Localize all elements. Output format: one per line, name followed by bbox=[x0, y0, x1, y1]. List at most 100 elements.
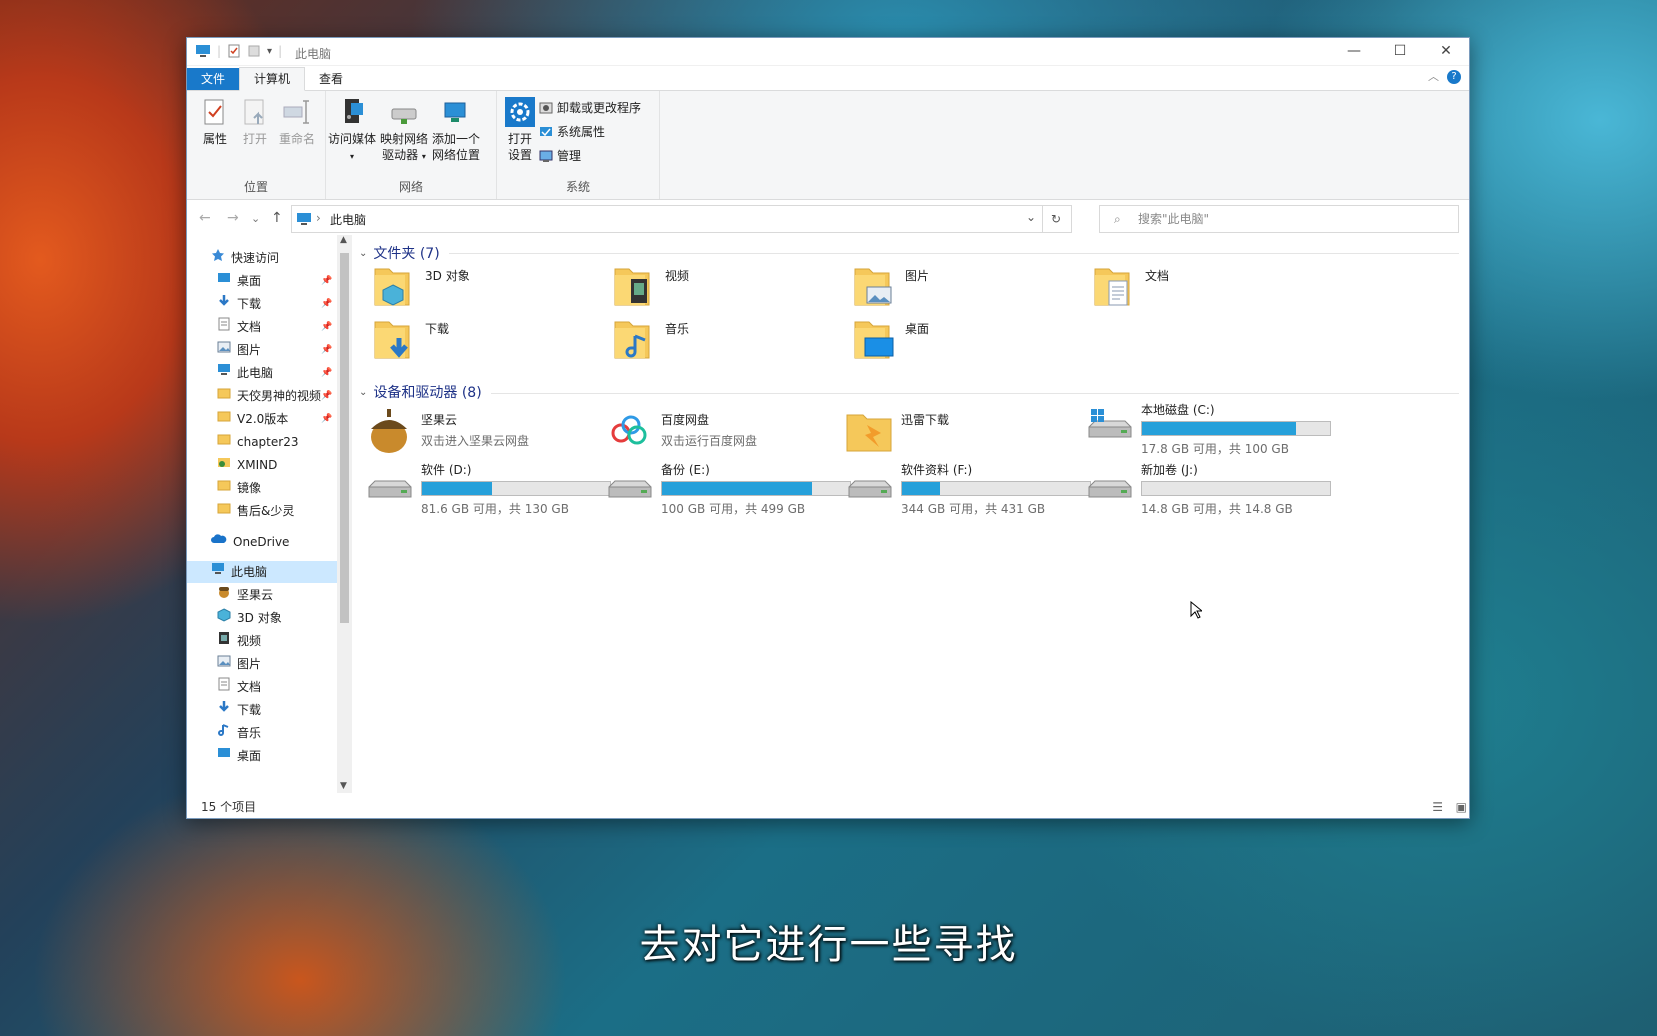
folder-music[interactable]: 音乐 bbox=[613, 316, 689, 362]
baidu-netdisk-icon bbox=[609, 411, 649, 451]
scroll-up-icon[interactable]: ▲ bbox=[340, 235, 347, 245]
open-button[interactable]: 打开 bbox=[231, 97, 279, 147]
devices-section-header[interactable]: ⌄ 设备和驱动器 (8) bbox=[359, 382, 482, 402]
large-icons-view-icon[interactable]: ▣ bbox=[1456, 796, 1467, 818]
app-name: 迅雷下载 bbox=[901, 413, 950, 427]
up-icon[interactable]: ↑ bbox=[271, 210, 283, 226]
uninstall-program-button[interactable]: 卸载或更改程序 bbox=[539, 99, 641, 116]
sidebar-item-qa-2[interactable]: 文档 📌 bbox=[217, 316, 332, 338]
folder-3d-objects[interactable]: 3D 对象 bbox=[373, 263, 470, 309]
app-thunder-download[interactable]: 迅雷下载 bbox=[845, 407, 949, 455]
folder-documents[interactable]: 文档 bbox=[1093, 263, 1169, 309]
customize-toolbar-icon[interactable]: ▾ bbox=[267, 46, 272, 57]
help-icon[interactable]: ? bbox=[1447, 70, 1461, 84]
sidebar-item-qa-8[interactable]: XMIND bbox=[217, 454, 277, 476]
details-view-icon[interactable]: ☰ bbox=[1432, 796, 1443, 818]
content-pane: ⌄ 文件夹 (7) ⌄ 设备和驱动器 (8) 3D 对象 视频 图片 文档下载 音乐 桌面… bbox=[359, 235, 1467, 793]
sidebar-item-onedrive[interactable]: OneDrive bbox=[211, 531, 289, 553]
tab-view[interactable]: 查看 bbox=[305, 68, 357, 90]
drive-c[interactable]: 本地磁盘 (C:) 17.8 GB 可用，共 100 GB bbox=[1085, 401, 1331, 457]
scroll-down-icon[interactable]: ▼ bbox=[340, 781, 347, 791]
minimize-button[interactable]: — bbox=[1331, 38, 1377, 65]
sidebar-item-pc-1[interactable]: 3D 对象 bbox=[217, 607, 282, 629]
breadcrumb-this-pc[interactable]: 此电脑 bbox=[330, 211, 366, 228]
system-properties-button[interactable]: 系统属性 bbox=[539, 123, 605, 140]
rename-button[interactable]: 重命名 bbox=[273, 97, 321, 147]
close-button[interactable]: ✕ bbox=[1423, 38, 1469, 65]
drive-space-info: 17.8 GB 可用，共 100 GB bbox=[1141, 442, 1289, 456]
tab-file[interactable]: 文件 bbox=[187, 68, 240, 90]
app-baidu-netdisk[interactable]: 百度网盘 双击运行百度网盘 bbox=[605, 407, 757, 455]
forward-icon[interactable]: → bbox=[227, 210, 239, 226]
sidebar-item-qa-4[interactable]: 此电脑 📌 bbox=[217, 362, 332, 384]
folder-downloads[interactable]: 下载 bbox=[373, 316, 449, 362]
breadcrumb-chevron-icon[interactable]: › bbox=[316, 211, 321, 225]
folder-desktop[interactable]: 桌面 bbox=[853, 316, 929, 362]
sidebar-item-pc-0[interactable]: 坚果云 bbox=[217, 584, 273, 606]
sidebar-scrollbar[interactable]: ▲ ▼ bbox=[337, 235, 352, 793]
app-nutstore[interactable]: 坚果云 双击进入坚果云网盘 bbox=[365, 407, 529, 455]
refresh-button[interactable]: ↻ bbox=[1041, 205, 1072, 233]
collapse-ribbon-icon[interactable]: ︿ bbox=[1428, 68, 1439, 84]
properties-icon[interactable] bbox=[227, 44, 241, 58]
drive-usage-bar bbox=[901, 481, 1091, 496]
sidebar-item-qa-7[interactable]: chapter23 bbox=[217, 431, 298, 453]
manage-button[interactable]: 管理 bbox=[539, 147, 581, 164]
pin-icon[interactable]: 📌 bbox=[321, 385, 332, 407]
drive-j[interactable]: 新加卷 (J:) 14.8 GB 可用，共 14.8 GB bbox=[1085, 461, 1331, 517]
pin-icon[interactable]: 📌 bbox=[321, 316, 332, 338]
hard-drive-icon bbox=[1088, 480, 1132, 498]
address-dropdown-icon[interactable]: ⌄ bbox=[1026, 210, 1036, 224]
sidebar-item-pc-7[interactable]: 桌面 bbox=[217, 745, 261, 767]
collapse-chevron-icon[interactable]: ⌄ bbox=[359, 387, 367, 398]
sidebar-item-qa-10[interactable]: 售后&少灵 bbox=[217, 500, 294, 522]
pin-icon[interactable]: 📌 bbox=[321, 339, 332, 361]
access-media-button[interactable]: 访问媒体 ▾ bbox=[328, 97, 376, 165]
computer-icon bbox=[297, 213, 311, 225]
new-folder-icon[interactable] bbox=[247, 44, 261, 58]
sidebar-item-pc-5[interactable]: 下载 bbox=[217, 699, 261, 721]
folder-videos[interactable]: 视频 bbox=[613, 263, 689, 309]
sidebar-item-qa-0[interactable]: 桌面 📌 bbox=[217, 270, 332, 292]
sidebar-item-pc-6[interactable]: 音乐 bbox=[217, 722, 261, 744]
maximize-button[interactable]: ☐ bbox=[1377, 38, 1423, 65]
drive-f[interactable]: 软件资料 (F:) 344 GB 可用，共 431 GB bbox=[845, 461, 1091, 517]
properties-icon bbox=[204, 99, 224, 125]
map-drive-button[interactable]: 映射网络 驱动器 ▾ bbox=[380, 97, 428, 165]
pin-icon[interactable]: 📌 bbox=[321, 362, 332, 384]
sidebar-item-this-pc[interactable]: 此电脑 bbox=[187, 561, 352, 583]
sidebar-item-pc-4[interactable]: 文档 bbox=[217, 676, 261, 698]
recent-locations-icon[interactable]: ⌄ bbox=[251, 212, 260, 225]
drive-e[interactable]: 备份 (E:) 100 GB 可用，共 499 GB bbox=[605, 461, 851, 517]
tab-computer[interactable]: 计算机 bbox=[239, 67, 306, 91]
scrollbar-thumb[interactable] bbox=[340, 253, 349, 623]
sidebar-item-quick-access[interactable]: 快速访问 bbox=[211, 247, 279, 269]
desktop-icon bbox=[217, 745, 231, 767]
pin-icon[interactable]: 📌 bbox=[321, 408, 332, 430]
star-icon bbox=[211, 247, 225, 269]
pin-icon[interactable]: 📌 bbox=[321, 270, 332, 292]
search-input[interactable]: ⌕ 搜索"此电脑" bbox=[1099, 205, 1459, 233]
add-network-location-button[interactable]: 添加一个 网络位置 bbox=[432, 97, 480, 163]
folder-pictures[interactable]: 图片 bbox=[853, 263, 929, 309]
sidebar-item-qa-9[interactable]: 镜像 bbox=[217, 477, 261, 499]
drive-name: 软件 (D:) bbox=[421, 463, 472, 477]
sidebar-item-qa-1[interactable]: 下载 📌 bbox=[217, 293, 332, 315]
open-settings-label-2: 设置 bbox=[507, 148, 532, 162]
sidebar-item-qa-3[interactable]: 图片 📌 bbox=[217, 339, 332, 361]
app-description: 双击运行百度网盘 bbox=[661, 434, 758, 448]
open-settings-button[interactable]: 打开 设置 bbox=[499, 97, 541, 163]
address-input[interactable]: › 此电脑 ⌄ bbox=[291, 205, 1043, 233]
drive-d[interactable]: 软件 (D:) 81.6 GB 可用，共 130 GB bbox=[365, 461, 611, 517]
sidebar-item-qa-6[interactable]: V2.0版本 📌 bbox=[217, 408, 332, 430]
search-placeholder: 搜索"此电脑" bbox=[1138, 212, 1210, 226]
music-folder-icon bbox=[614, 321, 650, 359]
sidebar-item-pc-2[interactable]: 视频 bbox=[217, 630, 261, 652]
sidebar-item-pc-3[interactable]: 图片 bbox=[217, 653, 261, 675]
app-name: 坚果云 bbox=[421, 413, 458, 427]
folders-section-header[interactable]: ⌄ 文件夹 (7) bbox=[359, 243, 440, 263]
sidebar-item-qa-5[interactable]: 天佼男神的视频 📌 bbox=[217, 385, 332, 407]
back-icon[interactable]: ← bbox=[199, 210, 211, 226]
pin-icon[interactable]: 📌 bbox=[321, 293, 332, 315]
collapse-chevron-icon[interactable]: ⌄ bbox=[359, 248, 367, 259]
